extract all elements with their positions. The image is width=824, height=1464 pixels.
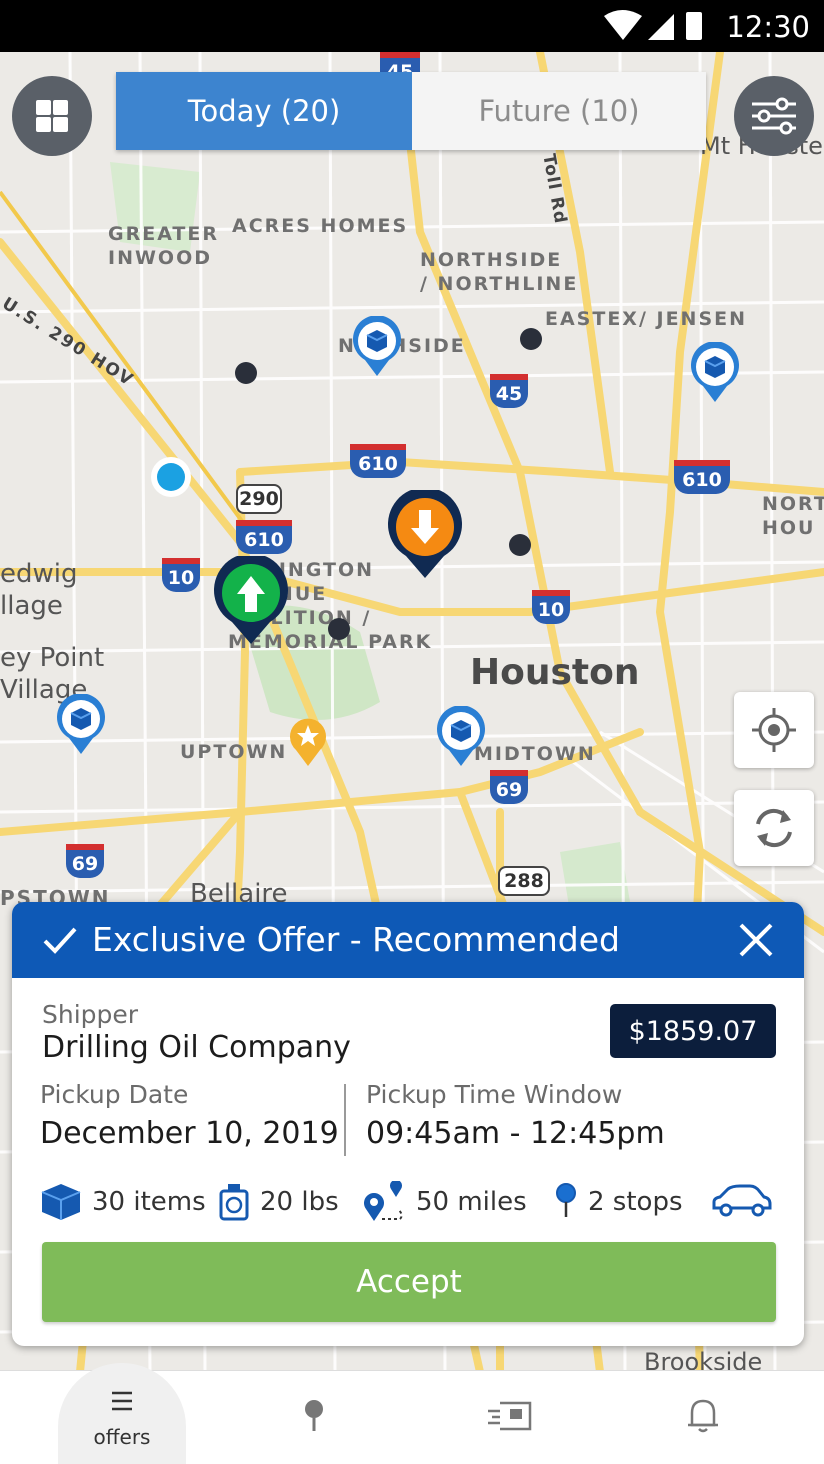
nav-offers-label: offers — [93, 1425, 151, 1449]
shipments-icon — [488, 1401, 532, 1431]
map-label-greater-inwood: GREATER INWOOD — [108, 223, 220, 269]
wifi-icon — [604, 10, 642, 40]
map-label-midtown: MIDTOWN — [474, 743, 596, 765]
weight-value: 20 lbs — [260, 1187, 339, 1217]
package-icon — [41, 1184, 81, 1220]
highway-shield-45: 45 — [490, 374, 528, 408]
nav-map[interactable] — [234, 1371, 394, 1464]
items-stat: 30 items — [40, 1182, 206, 1222]
highway-shield-610: 610 — [674, 460, 730, 494]
package-pin-icon[interactable] — [351, 316, 403, 378]
accept-button[interactable]: Accept — [42, 1242, 776, 1322]
highway-shield-288: 288 — [498, 866, 550, 896]
route-icon — [364, 1181, 403, 1221]
weight-stat: 20 lbs — [218, 1182, 339, 1222]
map-label-uptown: UPTOWN — [180, 741, 288, 763]
tab-today[interactable]: Today (20) — [116, 72, 412, 150]
refresh-icon — [756, 808, 792, 848]
shipper-name: Drilling Oil Company — [42, 1030, 351, 1065]
bottom-navigation: offers — [0, 1363, 824, 1464]
list-icon — [112, 1391, 132, 1411]
shipper-label: Shipper — [42, 1000, 139, 1029]
nav-shipments[interactable] — [430, 1371, 590, 1464]
items-count: 30 items — [92, 1187, 206, 1217]
divider — [344, 1084, 346, 1156]
my-location-button[interactable] — [734, 692, 814, 768]
status-bar: 12:30 — [0, 0, 824, 52]
map-pin-icon — [305, 1400, 323, 1431]
highway-shield-69: 69 — [490, 770, 528, 804]
dropoff-pin-icon[interactable] — [386, 490, 464, 580]
highway-shield-10: 10 — [532, 590, 570, 624]
offer-header: Exclusive Offer - Recommended — [12, 902, 804, 978]
battery-icon — [686, 12, 702, 40]
pickup-window: 09:45am - 12:45pm — [366, 1116, 665, 1151]
pickup-window-label: Pickup Time Window — [366, 1080, 623, 1109]
highway-shield-610: 610 — [350, 444, 406, 478]
nav-notifications[interactable] — [624, 1371, 784, 1464]
map-label-northside-northline: NORTHSIDE / NORTHLINE — [420, 249, 579, 295]
dashboard-grid-button[interactable] — [12, 76, 92, 156]
app-screen: 12:30 GREATER INWOOD ACRES HOMES NORTHSI… — [0, 0, 824, 1464]
map-label-brookside: Brookside — [644, 1348, 763, 1372]
bell-icon — [688, 1399, 718, 1433]
status-time: 12:30 — [726, 10, 810, 44]
nav-offers[interactable]: offers — [42, 1371, 202, 1464]
highway-shield-10: 10 — [162, 558, 200, 592]
check-icon — [43, 927, 77, 954]
offer-title: Exclusive Offer - Recommended — [92, 920, 620, 959]
crosshair-icon — [752, 708, 796, 752]
price-badge: $1859.07 — [610, 1004, 776, 1058]
highway-shield-69: 69 — [66, 844, 104, 878]
sliders-icon — [752, 97, 796, 135]
scale-icon — [219, 1184, 249, 1221]
distance-value: 50 miles — [416, 1187, 527, 1217]
favorite-place-pin-icon[interactable] — [288, 716, 328, 768]
package-pin-icon[interactable] — [55, 694, 107, 756]
distance-stat: 50 miles — [362, 1181, 527, 1222]
package-pin-icon[interactable] — [689, 342, 741, 404]
map-label-eastex-jensen: EASTEX/ JENSEN — [545, 308, 748, 330]
pickup-date: December 10, 2019 — [40, 1116, 339, 1151]
signal-icon — [648, 14, 674, 40]
offer-date-tabs: Today (20) Future (10) — [116, 72, 706, 150]
grid-icon — [36, 100, 51, 115]
pickup-date-label: Pickup Date — [40, 1080, 189, 1109]
refresh-button[interactable] — [734, 790, 814, 866]
car-icon — [712, 1184, 772, 1217]
package-pin-icon[interactable] — [435, 706, 487, 768]
pin-icon — [556, 1183, 576, 1217]
stops-value: 2 stops — [588, 1187, 683, 1217]
highway-shield-290: 290 — [236, 484, 282, 514]
status-icons — [604, 10, 702, 40]
pickup-pin-icon[interactable] — [212, 556, 290, 646]
map-label-north-houston: NORT HOU — [762, 493, 824, 539]
tab-future[interactable]: Future (10) — [412, 72, 706, 150]
offer-card: Exclusive Offer - Recommended Shipper Dr… — [12, 902, 804, 1346]
filter-button[interactable] — [734, 76, 814, 156]
close-icon[interactable] — [736, 920, 776, 960]
stops-stat: 2 stops — [554, 1182, 683, 1222]
highway-shield-610: 610 — [236, 520, 292, 554]
map-label-houston: Houston — [470, 652, 640, 693]
map-label-acres-homes: ACRES HOMES — [232, 215, 409, 237]
map-label-spring-branch: edwig llage — [0, 559, 78, 621]
